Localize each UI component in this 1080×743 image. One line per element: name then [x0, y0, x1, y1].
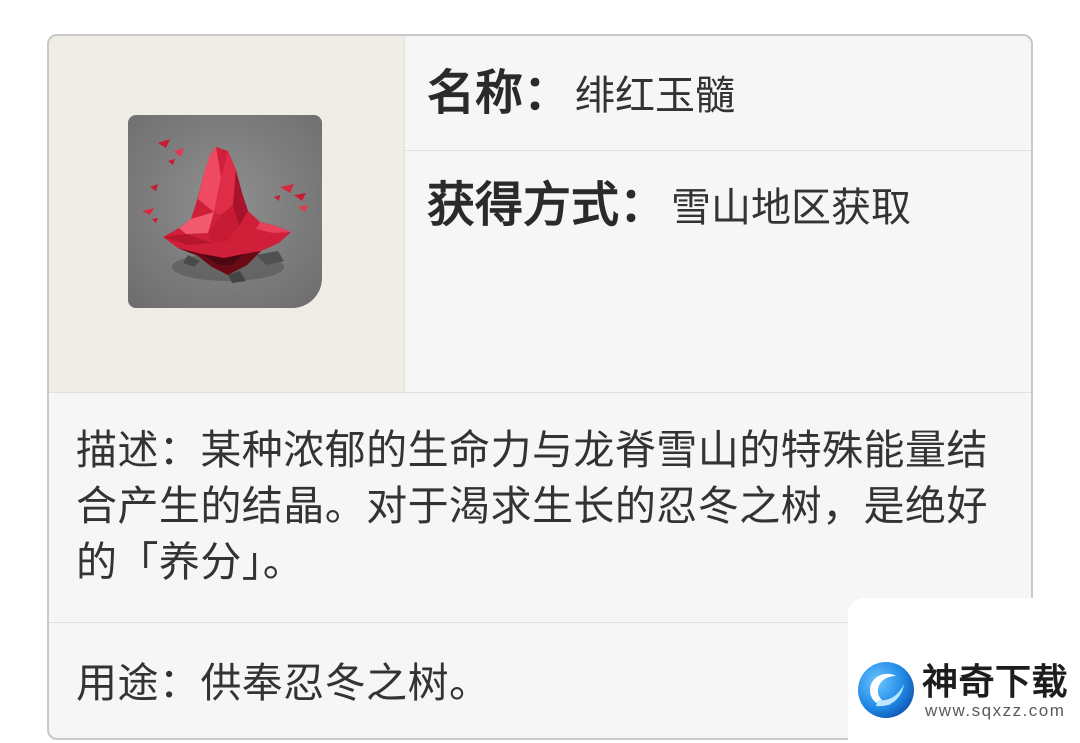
item-image: [128, 115, 322, 308]
watermark: 神奇下载 www.sqxzz.com: [848, 598, 1080, 743]
name-value: 绯红玉髓: [575, 73, 736, 119]
item-image-cell: [49, 36, 405, 393]
name-row: 名称： 绯红玉髓: [405, 36, 1031, 151]
watermark-url: www.sqxzz.com: [925, 701, 1066, 720]
usage-label: 用途：: [76, 659, 201, 707]
acquisition-row: 获得方式： 雪山地区获取: [405, 151, 1031, 393]
description-paragraph: 描述：某种浓郁的生命力与龙脊雪山的特殊能量结合产生的结晶。对于渴求生长的忍冬之树…: [76, 422, 1006, 590]
watermark-brand: 神奇下载: [922, 662, 1069, 703]
name-label: 名称：: [427, 65, 572, 121]
description-text: 某种浓郁的生命力与龙脊雪山的特殊能量结合产生的结晶。对于渴求生长的忍冬之树，是绝…: [76, 426, 988, 586]
red-crystal-icon: [128, 115, 322, 308]
page: { "item": { "icon": "red-crystal-icon" }…: [0, 0, 1080, 743]
acquisition-label: 获得方式：: [427, 177, 668, 233]
description-label: 描述：: [76, 426, 201, 474]
sqxzz-logo-icon: [858, 662, 914, 718]
acquisition-value: 雪山地区获取: [671, 185, 912, 231]
description-row: 描述：某种浓郁的生命力与龙脊雪山的特殊能量结合产生的结晶。对于渴求生长的忍冬之树…: [49, 393, 1031, 623]
usage-text: 供奉忍冬之树。: [200, 659, 491, 707]
